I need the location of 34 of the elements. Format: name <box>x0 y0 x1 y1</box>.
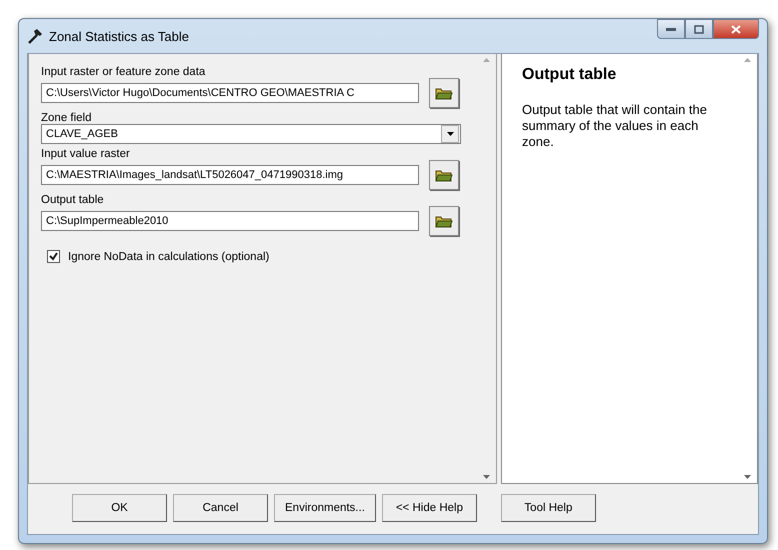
path-field[interactable]: C:\SupImpermeable2010 <box>41 211 419 231</box>
hammer-icon <box>27 28 43 44</box>
folder-icon <box>435 168 453 182</box>
window-title: Zonal Statistics as Table <box>49 28 190 44</box>
scroll-down-icon[interactable] <box>744 475 750 479</box>
minimize-button[interactable] <box>657 19 685 39</box>
browse-button[interactable] <box>429 160 459 190</box>
path-field[interactable]: C:\MAESTRIA\Images_landsat\LT5026047_0471990318.img <box>41 165 419 185</box>
folder-icon <box>435 86 453 100</box>
zone-field-dropdown[interactable]: CLAVE_AGEB <box>41 124 461 144</box>
scroll-down-icon[interactable] <box>482 475 490 479</box>
minimize-icon <box>666 28 676 30</box>
checkbox-label: Ignore NoData in calculations (optional) <box>68 250 270 262</box>
dialog-button[interactable]: Environments... <box>274 494 376 522</box>
folder-icon <box>435 214 453 228</box>
browse-button[interactable] <box>429 78 459 108</box>
help-title: Output table <box>522 66 618 84</box>
maximize-button[interactable] <box>685 19 713 39</box>
field-label: Input raster or feature zone data <box>41 66 206 78</box>
field-label: Zone field <box>41 112 93 124</box>
path-field[interactable]: C:\Users\Victor Hugo\Documents\CENTRO GEO\MAESTRIA C <box>41 83 419 103</box>
field-label: Output table <box>41 194 105 206</box>
field-label: Input value raster <box>41 148 131 160</box>
close-icon <box>731 24 741 34</box>
caret-icon <box>446 132 454 136</box>
help-text: Output table that will contain the summary of the values in each zone. <box>522 102 708 150</box>
dialog-button[interactable]: Cancel <box>173 494 268 522</box>
browse-button[interactable] <box>429 206 459 236</box>
dialog-button[interactable]: OK <box>72 494 167 522</box>
maximize-icon <box>694 24 704 34</box>
dialog-button[interactable]: Tool Help <box>500 494 596 522</box>
close-button[interactable] <box>713 19 759 39</box>
checkbox[interactable] <box>47 250 60 263</box>
dialog-button[interactable]: << Hide Help <box>382 494 477 522</box>
